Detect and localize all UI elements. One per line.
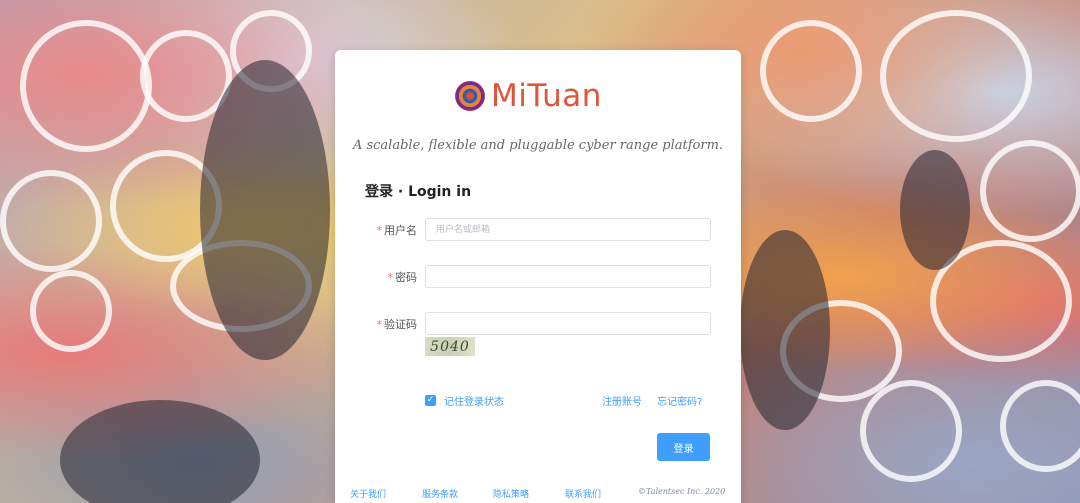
username-row: * 用户名 [365,217,711,242]
login-card: MiTuan A scalable, flexible and pluggabl… [335,50,741,503]
password-input[interactable] [425,265,711,288]
slogan: A scalable, flexible and pluggable cyber… [352,138,724,153]
logo-text: MiTuan [491,78,602,114]
register-link[interactable]: 注册账号 [602,393,642,408]
captcha-row: * 验证码 [365,311,711,336]
captcha-label: * 验证码 [376,317,418,331]
captcha-image[interactable]: 5040 [425,337,475,356]
footer-link-privacy[interactable]: 隐私策略 [493,487,529,500]
username-label: * 用户名 [376,223,418,237]
brand-logo: MiTuan [455,78,602,114]
password-row: * 密码 [365,264,711,289]
forgot-password-link[interactable]: 忘记密码? [657,393,702,408]
check-icon[interactable]: ✓ [425,395,436,406]
login-button[interactable]: 登录 [657,433,710,461]
footer-link-terms[interactable]: 服务条款 [422,487,458,500]
copyright: ©Talentsec Inc. 2020 [638,487,726,496]
remember-me-checkbox[interactable]: ✓ 记住登录状态 [425,393,504,408]
spiral-logo-icon [455,81,485,111]
captcha-input[interactable] [425,312,711,335]
footer-link-contact[interactable]: 联系我们 [565,487,601,500]
username-input[interactable] [425,218,711,241]
password-label: * 密码 [387,270,418,284]
footer-link-about[interactable]: 关于我们 [350,487,386,500]
remember-me-label: 记住登录状态 [444,397,504,408]
login-title: 登录 · Login in [365,184,472,200]
